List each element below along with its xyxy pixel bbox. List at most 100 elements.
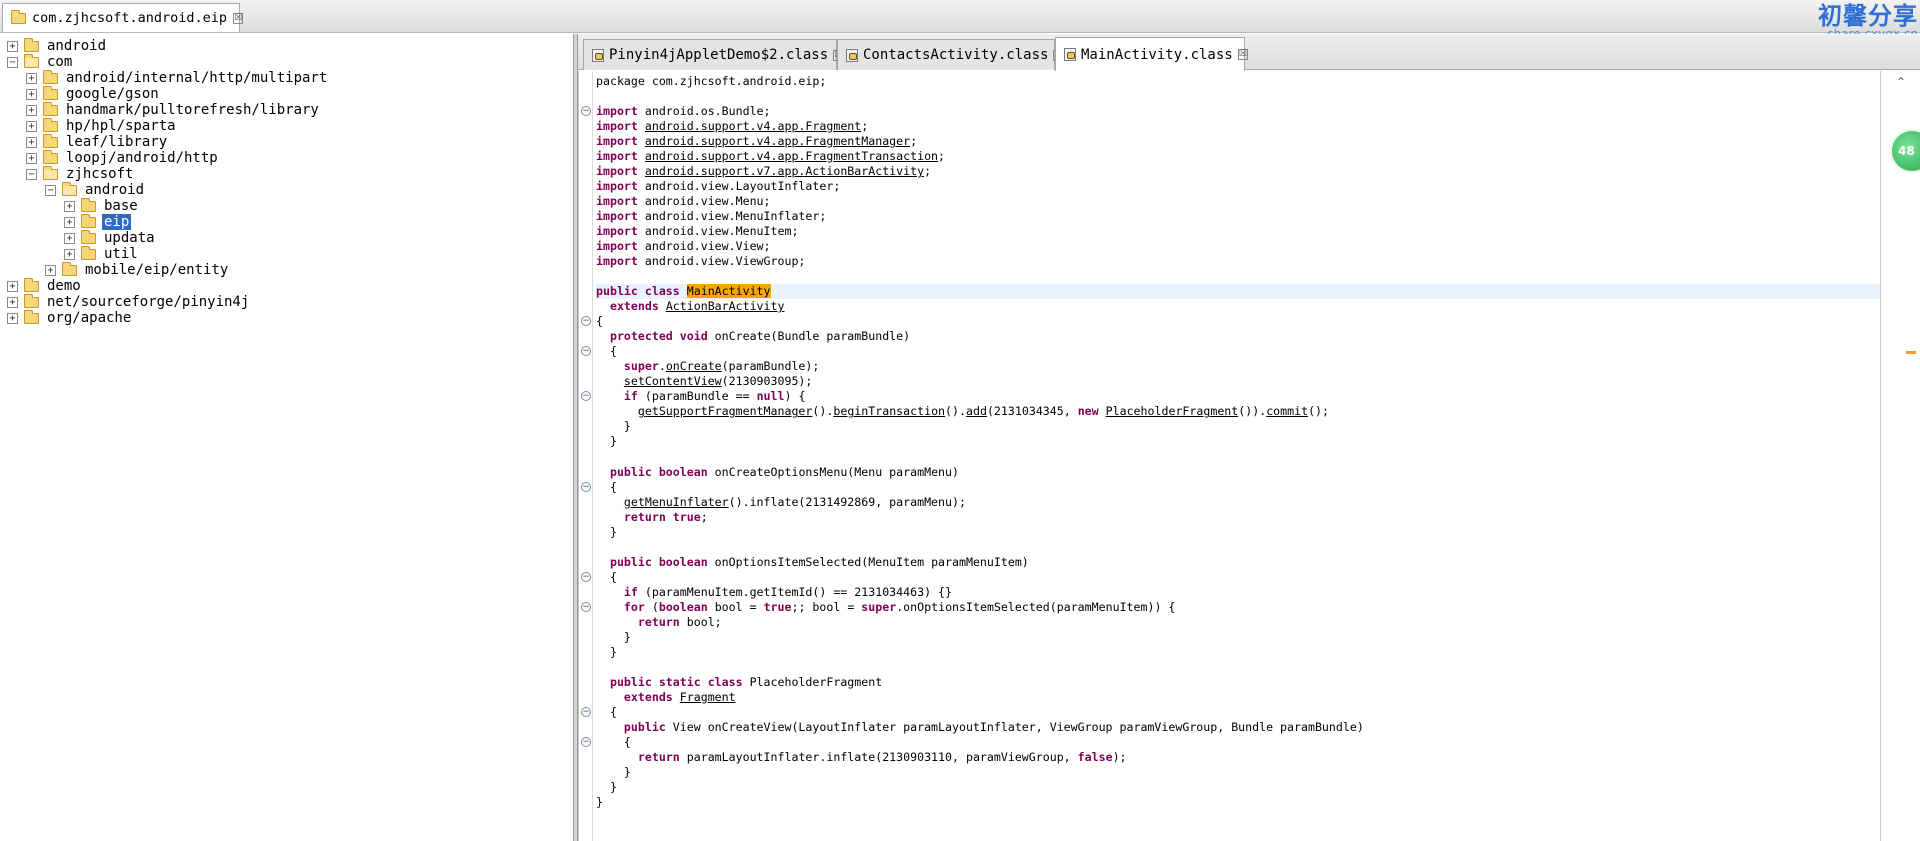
code-link[interactable]: android.support.v4.app.FragmentTransacti… bbox=[645, 149, 938, 163]
folder-open-icon bbox=[62, 181, 77, 196]
expand-icon[interactable]: + bbox=[7, 40, 18, 52]
close-icon[interactable]: ☒ bbox=[233, 12, 244, 24]
code-link[interactable]: android.support.v4.app.FragmentManager bbox=[645, 134, 910, 148]
code-keyword: public boolean bbox=[609, 554, 708, 569]
folder-icon bbox=[43, 85, 58, 100]
tree-item[interactable]: + eip bbox=[64, 213, 132, 230]
fold-toggle-icon[interactable]: − bbox=[581, 481, 591, 492]
root-package-tab[interactable]: com.zjhcsoft.android.eip ☒ bbox=[2, 3, 244, 32]
code-text: bool = bbox=[707, 599, 764, 614]
folder-icon bbox=[24, 277, 39, 292]
collapse-icon[interactable]: − bbox=[26, 168, 37, 180]
editor-tab[interactable]: MainActivity.class ☒ bbox=[1055, 37, 1248, 71]
tree-item[interactable]: + net/sourceforge/pinyin4j bbox=[7, 293, 251, 310]
expand-icon[interactable]: + bbox=[26, 72, 37, 84]
code-link[interactable]: getSupportFragmentManager bbox=[638, 404, 813, 418]
tree-item[interactable]: − android bbox=[45, 181, 146, 198]
tree-item[interactable]: + loopj/android/http bbox=[26, 149, 220, 166]
tree-item-label: com bbox=[47, 54, 73, 70]
expand-icon[interactable]: + bbox=[64, 200, 75, 212]
expand-icon[interactable]: + bbox=[26, 136, 37, 148]
code-link[interactable]: setContentView bbox=[624, 374, 722, 388]
editor-tab[interactable]: Pinyin4jAppletDemo$2.class☒ bbox=[583, 39, 844, 70]
tree-item[interactable]: + base bbox=[64, 197, 140, 214]
tree-item[interactable]: + handmark/pulltorefresh/library bbox=[26, 101, 321, 118]
folder-icon bbox=[43, 101, 58, 116]
code-link[interactable]: Fragment bbox=[680, 690, 736, 704]
tree-item-label: util bbox=[104, 246, 138, 262]
folder-icon bbox=[43, 133, 58, 148]
tree-item[interactable]: − zjhcsoft bbox=[26, 165, 135, 182]
tree-item-label: android bbox=[85, 182, 145, 198]
tree-item[interactable]: + android/internal/http/multipart bbox=[26, 69, 329, 86]
code-link[interactable]: beginTransaction bbox=[833, 404, 945, 418]
fold-toggle-icon[interactable]: − bbox=[581, 391, 591, 402]
fold-toggle-icon[interactable]: − bbox=[581, 736, 591, 747]
code-keyword: import bbox=[596, 179, 638, 194]
code-line: } bbox=[596, 434, 1880, 449]
fold-toggle-icon[interactable]: − bbox=[581, 346, 591, 357]
tree-item[interactable]: + updata bbox=[64, 229, 157, 246]
code-text: android.os.Bundle; bbox=[637, 104, 771, 119]
code-text: ;; bool = bbox=[791, 599, 862, 614]
expand-icon[interactable]: + bbox=[64, 248, 75, 260]
code-text: . bbox=[658, 359, 666, 374]
tree-item[interactable]: + leaf/library bbox=[26, 133, 169, 150]
tree-item[interactable]: + demo bbox=[7, 277, 83, 294]
tree-item[interactable]: + util bbox=[64, 245, 140, 262]
code-text: { bbox=[596, 314, 603, 329]
fold-toggle-icon[interactable]: − bbox=[581, 106, 591, 117]
fold-toggle-icon[interactable]: − bbox=[581, 316, 591, 327]
code-link[interactable]: android.support.v7.app.ActionBarActivity bbox=[645, 164, 924, 178]
fold-toggle-icon[interactable]: − bbox=[581, 571, 591, 582]
floating-badge[interactable]: 48 bbox=[1890, 129, 1920, 173]
vertical-scrollbar[interactable]: ⌃ 48 bbox=[1880, 71, 1920, 841]
editor-tab[interactable]: ContactsActivity.class☒ bbox=[837, 39, 1064, 70]
code-keyword: if bbox=[623, 584, 638, 599]
fold-toggle-icon[interactable]: − bbox=[581, 601, 591, 612]
code-link[interactable]: add bbox=[966, 404, 987, 418]
expand-icon[interactable]: + bbox=[45, 264, 56, 276]
expand-icon[interactable]: + bbox=[26, 120, 37, 132]
tree-item[interactable]: + mobile/eip/entity bbox=[45, 261, 230, 278]
code-link[interactable]: getMenuInflater bbox=[624, 495, 729, 509]
code-keyword: public static class bbox=[609, 674, 743, 689]
expand-icon[interactable]: + bbox=[26, 88, 37, 100]
fold-toggle-icon[interactable]: − bbox=[581, 706, 591, 717]
expand-icon[interactable]: + bbox=[7, 280, 18, 292]
collapse-icon[interactable]: − bbox=[45, 184, 56, 196]
expand-icon[interactable]: + bbox=[64, 232, 75, 244]
code-link[interactable]: android.support.v4.app.Fragment bbox=[645, 119, 861, 133]
chevron-up-icon[interactable]: ⌃ bbox=[1896, 75, 1906, 89]
code-link[interactable]: ActionBarActivity bbox=[666, 299, 785, 313]
code-link[interactable]: commit bbox=[1266, 404, 1308, 418]
code-keyword: import bbox=[596, 209, 638, 224]
expand-icon[interactable]: + bbox=[26, 104, 37, 116]
code-text: ); bbox=[1112, 749, 1127, 764]
code-keyword: true bbox=[763, 599, 792, 614]
code-link[interactable]: onCreate bbox=[666, 359, 722, 373]
code-view[interactable]: package com.zjhcsoft.android.eip; import … bbox=[578, 71, 1920, 841]
code-text: { bbox=[596, 479, 617, 494]
tree-item[interactable]: + hp/hpl/sparta bbox=[26, 117, 178, 134]
code-link[interactable]: PlaceholderFragment bbox=[1106, 404, 1239, 418]
expand-icon[interactable]: + bbox=[7, 312, 18, 324]
tree-item[interactable]: + google/gson bbox=[26, 85, 161, 102]
tree-item[interactable]: + android bbox=[7, 37, 108, 54]
collapse-icon[interactable]: − bbox=[7, 56, 18, 68]
expand-icon[interactable]: + bbox=[7, 296, 18, 308]
expand-icon[interactable]: + bbox=[64, 216, 75, 228]
close-icon[interactable]: ☒ bbox=[1237, 49, 1248, 60]
folder-icon bbox=[24, 309, 39, 324]
tree-item[interactable]: + org/apache bbox=[7, 309, 133, 326]
tree-item[interactable]: − com bbox=[7, 53, 74, 70]
expand-icon[interactable]: + bbox=[26, 152, 37, 164]
overview-ruler-mark[interactable] bbox=[1906, 351, 1916, 354]
